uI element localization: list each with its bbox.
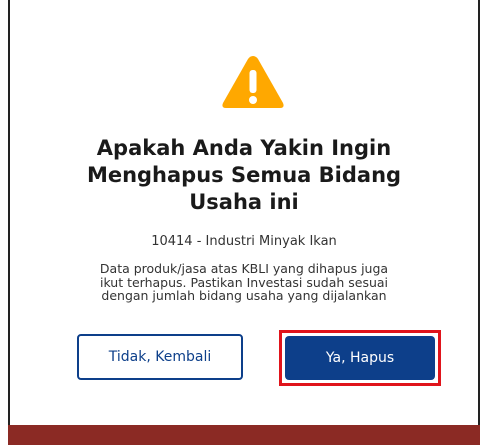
warning-triangle-icon [222, 56, 284, 108]
dialog-title-line-3: Usaha ini [189, 190, 299, 214]
confirm-delete-dialog: Apakah Anda Yakin Ingin Menghapus Semua … [8, 0, 480, 425]
cancel-button[interactable]: Tidak, Kembali [77, 334, 243, 380]
dialog-description: Data produk/jasa atas KBLI yang dihapus … [50, 262, 438, 303]
background-page-footer [8, 425, 480, 445]
screen: Apakah Anda Yakin Ingin Menghapus Semua … [0, 0, 488, 445]
kbli-code-label: 10414 - Industri Minyak Ikan [151, 234, 337, 249]
description-line-1: Data produk/jasa atas KBLI yang dihapus … [99, 261, 389, 276]
confirm-delete-button[interactable]: Ya, Hapus [285, 336, 435, 380]
description-line-2: ikut terhapus. Pastikan Investasi sudah … [99, 274, 389, 290]
dialog-title: Apakah Anda Yakin Ingin Menghapus Semua … [10, 135, 478, 216]
dialog-title-line-1: Apakah Anda Yakin Ingin [96, 136, 392, 160]
dialog-title-line-2: Menghapus Semua Bidang [86, 163, 402, 187]
confirm-button-highlight: Ya, Hapus [279, 330, 441, 386]
description-line-3: dengan jumlah bidang usaha yang dijalank… [101, 288, 387, 303]
